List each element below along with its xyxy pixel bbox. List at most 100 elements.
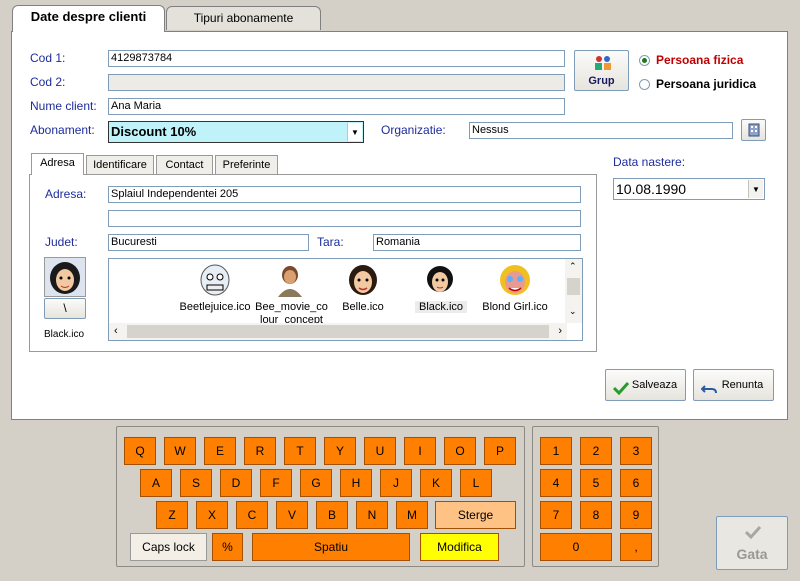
numpad-key-4[interactable]: 4	[540, 469, 572, 497]
key-u[interactable]: U	[364, 437, 396, 465]
tara-label: Tara:	[317, 235, 344, 249]
numpad-key-comma[interactable]: ,	[620, 533, 652, 561]
key-d[interactable]: D	[220, 469, 252, 497]
beetlejuice-icon[interactable]	[198, 263, 232, 297]
cod1-label: Cod 1:	[30, 51, 66, 65]
subtab-identificare[interactable]: Identificare	[86, 155, 154, 175]
modifica-key[interactable]: Modifica	[420, 533, 499, 561]
persoana-juridica-label: Persoana juridica	[656, 77, 757, 91]
nume-input[interactable]: Ana Maria	[108, 98, 565, 115]
caps-lock-key[interactable]: Caps lock	[130, 533, 207, 561]
renunta-button[interactable]: Renunta	[693, 369, 774, 401]
tara-input[interactable]: Romania	[373, 234, 581, 251]
chevron-down-icon[interactable]: ⌄	[569, 306, 577, 317]
numpad-key-3[interactable]: 3	[620, 437, 652, 465]
adresa2-input[interactable]	[108, 210, 581, 227]
avatar[interactable]	[44, 257, 86, 297]
belle-icon[interactable]	[346, 263, 380, 297]
abonament-select[interactable]: Discount 10% ▼	[108, 121, 364, 143]
key-z[interactable]: Z	[156, 501, 188, 529]
key-f[interactable]: F	[260, 469, 292, 497]
key-i[interactable]: I	[404, 437, 436, 465]
numpad-key-6[interactable]: 6	[620, 469, 652, 497]
tab-tipuri-abonamente[interactable]: Tipuri abonamente	[166, 6, 321, 30]
salveaza-label: Salveaza	[631, 379, 678, 391]
bee-movie-icon[interactable]	[273, 263, 307, 297]
gata-button[interactable]: Gata	[716, 516, 788, 570]
tab-date-clienti[interactable]: Date despre clienti	[12, 5, 165, 32]
numpad-key-1[interactable]: 1	[540, 437, 572, 465]
numpad-key-0[interactable]: 0	[540, 533, 612, 561]
key-o[interactable]: O	[444, 437, 476, 465]
abonament-value: Discount 10%	[111, 124, 197, 139]
undo-icon	[700, 378, 717, 408]
adresa-label: Adresa:	[45, 187, 87, 201]
gata-label: Gata	[736, 546, 768, 562]
avatar-list[interactable]: Beetlejuice.ico Bee_movie_co lour_concep…	[108, 258, 583, 341]
data-nastere-label: Data nastere:	[613, 155, 686, 169]
avatar-label: Black.ico	[44, 329, 85, 340]
key-h[interactable]: H	[340, 469, 372, 497]
key-e[interactable]: E	[204, 437, 236, 465]
list-item-label: Black.ico	[415, 301, 467, 313]
data-nastere-value: 10.08.1990	[616, 181, 687, 197]
cod2-input[interactable]	[108, 74, 565, 91]
chevron-down-icon[interactable]: ▼	[748, 180, 763, 198]
cod1-input[interactable]: 4129873784	[108, 50, 565, 67]
cod2-label: Cod 2:	[30, 75, 66, 89]
key-l[interactable]: L	[460, 469, 492, 497]
key-y[interactable]: Y	[324, 437, 356, 465]
list-item-label: Belle.ico	[342, 301, 384, 313]
horizontal-scrollbar[interactable]: ‹ ›	[109, 323, 567, 340]
sterge-key[interactable]: Sterge	[435, 501, 516, 529]
chevron-down-icon[interactable]: ▼	[347, 123, 362, 141]
adresa-input[interactable]: Splaiul Independentei 205	[108, 186, 581, 203]
numpad-key-2[interactable]: 2	[580, 437, 612, 465]
key-b[interactable]: B	[316, 501, 348, 529]
key-p[interactable]: P	[484, 437, 516, 465]
avatar-clear-button[interactable]: \	[44, 298, 86, 319]
numpad-key-7[interactable]: 7	[540, 501, 572, 529]
salveaza-button[interactable]: Salveaza	[605, 369, 686, 401]
key-a[interactable]: A	[140, 469, 172, 497]
chevron-up-icon[interactable]: ⌃	[569, 261, 577, 272]
key-c[interactable]: C	[236, 501, 268, 529]
numpad-key-5[interactable]: 5	[580, 469, 612, 497]
radio-persoana-fizica[interactable]	[639, 55, 650, 66]
blond-girl-icon[interactable]	[498, 263, 532, 297]
key-k[interactable]: K	[420, 469, 452, 497]
scroll-thumb[interactable]	[127, 325, 549, 338]
scroll-thumb[interactable]	[567, 278, 580, 295]
key-m[interactable]: M	[396, 501, 428, 529]
data-nastere-picker[interactable]: 10.08.1990 ▼	[613, 178, 765, 200]
subtab-adresa[interactable]: Adresa	[31, 153, 84, 175]
space-key[interactable]: Spatiu	[252, 533, 410, 561]
persoana-fizica-label: Persoana fizica	[656, 53, 744, 67]
key-w[interactable]: W	[164, 437, 196, 465]
black-icon[interactable]	[423, 263, 457, 297]
subtab-preferinte[interactable]: Preferinte	[215, 155, 278, 175]
key-t[interactable]: T	[284, 437, 316, 465]
radio-persoana-juridica[interactable]	[639, 79, 650, 90]
key-v[interactable]: V	[276, 501, 308, 529]
check-icon	[744, 525, 762, 542]
key-j[interactable]: J	[380, 469, 412, 497]
key-q[interactable]: Q	[124, 437, 156, 465]
key-g[interactable]: G	[300, 469, 332, 497]
key-n[interactable]: N	[356, 501, 388, 529]
chevron-right-icon[interactable]: ›	[558, 325, 562, 337]
numpad-key-8[interactable]: 8	[580, 501, 612, 529]
subtab-contact[interactable]: Contact	[156, 155, 213, 175]
key-x[interactable]: X	[196, 501, 228, 529]
numpad-key-9[interactable]: 9	[620, 501, 652, 529]
judet-input[interactable]: Bucuresti	[108, 234, 309, 251]
grup-button[interactable]: Grup	[574, 50, 629, 91]
organizatie-input[interactable]: Nessus	[469, 122, 733, 139]
organizatie-picker-button[interactable]	[741, 119, 766, 141]
chevron-left-icon[interactable]: ‹	[114, 325, 118, 337]
vertical-scrollbar[interactable]: ⌃ ⌄	[565, 259, 582, 323]
key-s[interactable]: S	[180, 469, 212, 497]
percent-key[interactable]: %	[212, 533, 243, 561]
key-r[interactable]: R	[244, 437, 276, 465]
judet-label: Judet:	[45, 235, 78, 249]
